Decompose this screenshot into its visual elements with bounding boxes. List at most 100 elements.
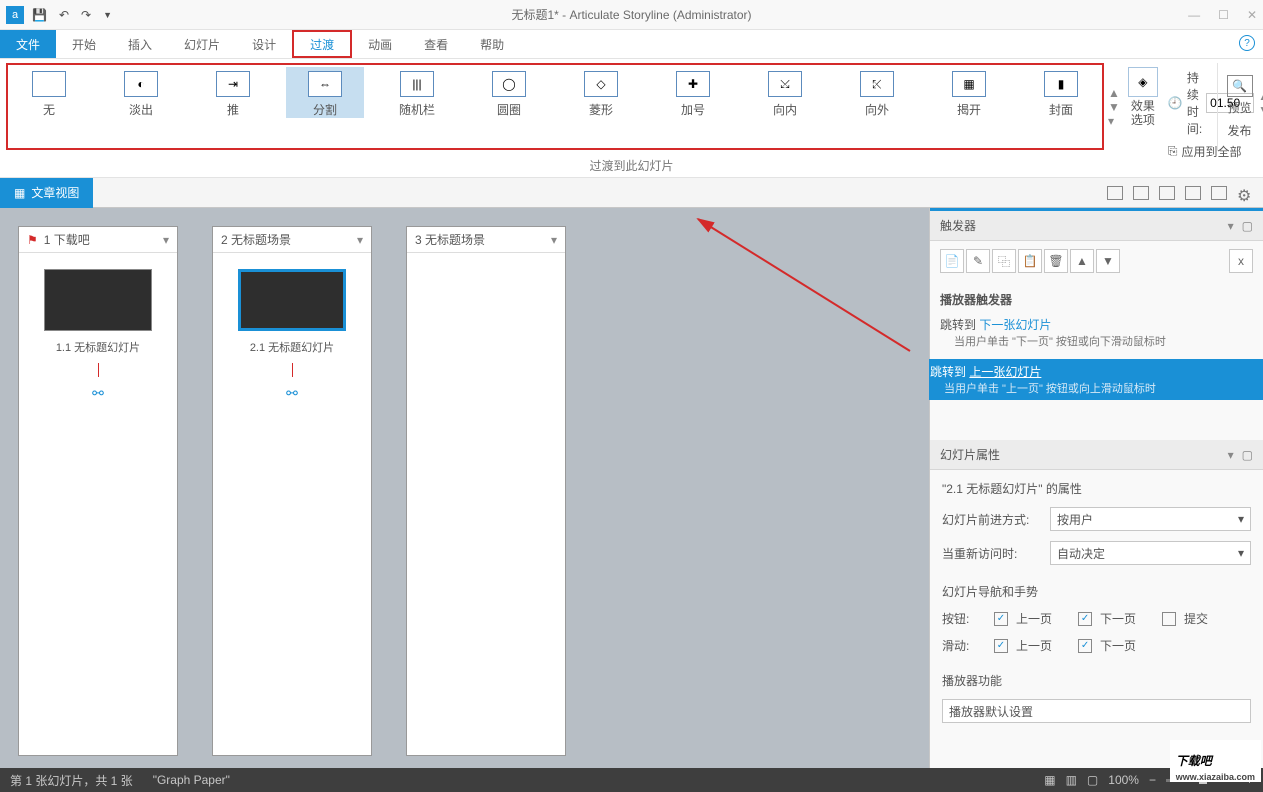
menu-design[interactable]: 设计 <box>236 30 292 58</box>
transition-2[interactable]: ⇥推 <box>194 67 272 118</box>
transition-1[interactable]: ◐淡出 <box>102 67 180 118</box>
view-mode-2[interactable] <box>1133 186 1149 200</box>
transition-icon: ⇥ <box>216 71 250 97</box>
zoom-level[interactable]: 100% <box>1108 773 1139 787</box>
close-button[interactable]: ✕ <box>1247 8 1257 22</box>
slide-count: 第 1 张幻灯片，共 1 张 <box>10 772 133 789</box>
view-mode-3[interactable] <box>1159 186 1175 200</box>
revisit-select[interactable]: 自动决定▾ <box>1050 541 1251 565</box>
transition-9[interactable]: ⤪ 向外 <box>838 67 916 118</box>
transition-label: 菱形 <box>589 101 613 118</box>
save-icon[interactable]: 💾 <box>32 8 47 22</box>
undo-icon[interactable]: ↶ <box>59 8 69 22</box>
maximize-button[interactable]: ☐ <box>1218 8 1229 22</box>
story-canvas[interactable]: ⚑ 1 下载吧 ▾ 1.1 无标题幻灯片 ⚯ 2 无标题场景 ▾ 2.1 无标题… <box>0 208 929 774</box>
slide-thumbnail[interactable] <box>44 269 152 331</box>
transition-6[interactable]: ◇菱形 <box>562 67 640 118</box>
scene-1[interactable]: ⚑ 1 下载吧 ▾ 1.1 无标题幻灯片 ⚯ <box>18 226 178 756</box>
new-trigger-button[interactable]: 📄 <box>940 249 964 273</box>
transition-10[interactable]: ▦揭开 <box>930 67 1008 118</box>
view-list-icon[interactable]: ▥ <box>1066 773 1077 787</box>
menu-transitions[interactable]: 过渡 <box>292 30 352 58</box>
menu-home[interactable]: 开始 <box>56 30 112 58</box>
revisit-label: 当重新访问时: <box>942 545 1042 562</box>
panel-menu-icon[interactable]: ▾ <box>1228 219 1234 233</box>
scene-dropdown-icon[interactable]: ▾ <box>357 233 363 247</box>
scene-dropdown-icon[interactable]: ▾ <box>551 233 557 247</box>
theme-name: "Graph Paper" <box>153 773 230 787</box>
menu-view[interactable]: 查看 <box>408 30 464 58</box>
view-grid-icon[interactable]: ▦ <box>1044 773 1055 787</box>
settings-icon[interactable]: ⚙ <box>1237 186 1253 200</box>
advance-select[interactable]: 按用户▾ <box>1050 507 1251 531</box>
edit-trigger-button[interactable]: ✎ <box>966 249 990 273</box>
transition-icon: ◯ <box>492 71 526 97</box>
menu-file[interactable]: 文件 <box>0 30 56 58</box>
view-mode-5[interactable] <box>1211 186 1227 200</box>
qat-dropdown-icon[interactable]: ▼ <box>103 10 112 20</box>
transition-4[interactable]: |||随机栏 <box>378 67 456 118</box>
move-up-button[interactable]: ▲ <box>1070 249 1094 273</box>
link-icon[interactable]: ⚯ <box>286 385 298 402</box>
player-triggers-section: 播放器触发器 跳转到 下一张幻灯片 当用户单击 "下一页" 按钮或向下滑动鼠标时 <box>930 281 1263 359</box>
swipe-prev-checkbox[interactable]: ✓ <box>994 639 1008 653</box>
trigger-prev[interactable]: 跳转到 上一张幻灯片 当用户单击 "上一页" 按钮或向上滑动鼠标时 <box>920 359 1263 400</box>
menu-insert[interactable]: 插入 <box>112 30 168 58</box>
delete-trigger-button[interactable]: 🗑 <box>1044 249 1068 273</box>
transition-5[interactable]: ◯圆圈 <box>470 67 548 118</box>
transition-icon: ⤪ <box>860 71 894 97</box>
effect-options-button[interactable]: ◈ 效果 选项 <box>1128 63 1158 150</box>
swipe-next-checkbox[interactable]: ✓ <box>1078 639 1092 653</box>
prev-button-checkbox[interactable]: ✓ <box>994 612 1008 626</box>
preview-button[interactable]: 🔍 预览 <box>1227 75 1253 116</box>
copy-trigger-button[interactable]: ⿻ <box>992 249 1016 273</box>
transition-0[interactable]: 无 <box>10 67 88 118</box>
transition-8[interactable]: ⤩向内 <box>746 67 824 118</box>
scene-3[interactable]: 3 无标题场景 ▾ <box>406 226 566 756</box>
transition-label: 向外 <box>865 101 889 118</box>
player-default-select[interactable]: 播放器默认设置 <box>942 699 1251 723</box>
paste-trigger-button[interactable]: 📋 <box>1018 249 1042 273</box>
menu-slides[interactable]: 幻灯片 <box>168 30 236 58</box>
quick-access-toolbar: 💾 ↶ ↷ ▼ <box>32 8 112 22</box>
story-view-tab[interactable]: ▦ 文章视图 <box>0 178 93 208</box>
panel-menu-icon[interactable]: ▾ <box>1228 448 1234 462</box>
slide-thumbnail[interactable] <box>238 269 346 331</box>
view-single-icon[interactable]: ▢ <box>1087 773 1098 787</box>
transition-label: 分割 <box>313 101 337 118</box>
view-mode-4[interactable] <box>1185 186 1201 200</box>
next-button-checkbox[interactable]: ✓ <box>1078 612 1092 626</box>
scene-2[interactable]: 2 无标题场景 ▾ 2.1 无标题幻灯片 ⚯ <box>212 226 372 756</box>
scene-dropdown-icon[interactable]: ▾ <box>163 233 169 247</box>
transition-11[interactable]: ▮封面 <box>1022 67 1100 118</box>
panel-pin-icon[interactable]: ▢ <box>1242 448 1253 462</box>
link-icon[interactable]: ⚯ <box>92 385 104 402</box>
triggers-panel-header[interactable]: 触发器 ▾▢ <box>930 211 1263 241</box>
status-bar: 第 1 张幻灯片，共 1 张 "Graph Paper" ▦ ▥ ▢ 100% … <box>0 768 1263 792</box>
story-view-icon: ▦ <box>14 186 25 200</box>
variables-button[interactable]: x <box>1229 249 1253 273</box>
menu-bar: 文件 开始 插入 幻灯片 设计 过渡 动画 查看 帮助 ? <box>0 30 1263 58</box>
submit-button-checkbox[interactable] <box>1162 612 1176 626</box>
trigger-next[interactable]: 跳转到 下一张幻灯片 当用户单击 "下一页" 按钮或向下滑动鼠标时 <box>940 312 1253 353</box>
menu-help[interactable]: 帮助 <box>464 30 520 58</box>
slide-label: 1.1 无标题幻灯片 <box>56 339 140 355</box>
title-bar: a 💾 ↶ ↷ ▼ 无标题1* - Articulate Storyline (… <box>0 0 1263 30</box>
move-down-button[interactable]: ▼ <box>1096 249 1120 273</box>
gallery-scroll[interactable]: ▲▼▾ <box>1108 63 1120 150</box>
transition-7[interactable]: ✚加号 <box>654 67 732 118</box>
help-icon[interactable]: ? <box>1239 35 1255 51</box>
transition-label: 加号 <box>681 101 705 118</box>
app-icon: a <box>6 6 24 24</box>
menu-animations[interactable]: 动画 <box>352 30 408 58</box>
transition-icon: ⤩ <box>768 71 802 97</box>
zoom-out-button[interactable]: − <box>1149 773 1156 787</box>
transition-3[interactable]: ⇔分割 <box>286 67 364 118</box>
slide-properties-header[interactable]: 幻灯片属性 ▾▢ <box>930 440 1263 470</box>
panel-pin-icon[interactable]: ▢ <box>1242 219 1253 233</box>
minimize-button[interactable]: — <box>1188 8 1200 22</box>
transition-label: 淡出 <box>129 101 153 118</box>
view-mode-1[interactable] <box>1107 186 1123 200</box>
redo-icon[interactable]: ↷ <box>81 8 91 22</box>
duration-label: 持续时间: <box>1187 69 1202 137</box>
